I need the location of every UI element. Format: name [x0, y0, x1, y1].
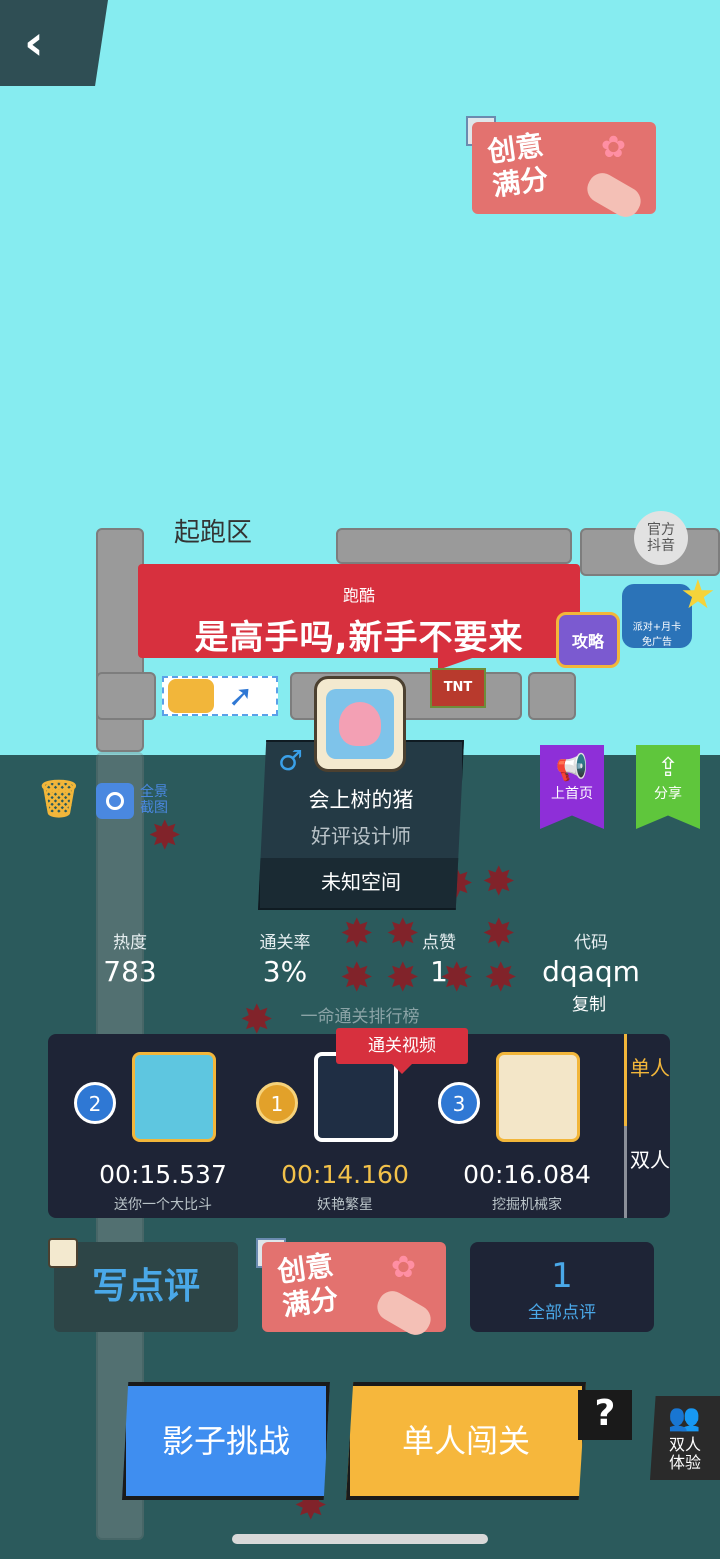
- hand-icon: [372, 1286, 436, 1340]
- player-avatar: [314, 1052, 398, 1142]
- share-icon: ⇪: [657, 753, 679, 783]
- shadow-challenge-button[interactable]: 影子挑战: [122, 1382, 330, 1500]
- start-zone-label: 起跑区: [174, 518, 253, 548]
- male-icon: ♂: [278, 744, 304, 777]
- duo-experience-button[interactable]: 👥 双人 体验: [650, 1396, 720, 1480]
- boost-arrow-tile: ➚: [162, 676, 278, 716]
- tab-single[interactable]: 单人: [627, 1056, 673, 1080]
- designer-name: 会上树的猪: [308, 788, 414, 812]
- star-icon: ★: [680, 572, 716, 618]
- rank-badge: 1: [256, 1082, 298, 1124]
- stone-block: [96, 672, 156, 720]
- megaphone-icon: 📢: [555, 753, 589, 783]
- stat-likes: 点赞 1: [422, 933, 456, 988]
- leaderboard-mode-tabs: 单人 双人: [624, 1034, 670, 1218]
- arrow-up-right-icon: ➚: [228, 678, 254, 714]
- official-douyin-button[interactable]: 官方 抖音: [634, 511, 688, 565]
- write-review-button[interactable]: 写点评: [54, 1242, 238, 1332]
- trash-icon[interactable]: 🗑: [36, 780, 82, 820]
- spike-hazard: ✸: [482, 859, 516, 905]
- leaderboard-caption: 一命通关排行榜: [300, 1007, 420, 1027]
- stat-code: 代码 dqaqm: [542, 933, 640, 988]
- tnt-block: TNT: [430, 668, 486, 708]
- two-people-icon: 👥: [668, 1403, 701, 1433]
- chevron-left-icon: ‹: [24, 15, 44, 71]
- creative-full-score-button[interactable]: 创意 满分 ✿: [262, 1242, 446, 1340]
- stat-heat: 热度 783: [103, 933, 157, 988]
- spike-hazard: ✸: [340, 955, 374, 1001]
- help-button[interactable]: ?: [578, 1390, 632, 1440]
- home-indicator[interactable]: [232, 1534, 488, 1544]
- designer-avatar[interactable]: [314, 676, 406, 772]
- level-title-banner: 跑酷 是高手吗,新手不要来: [138, 564, 580, 670]
- all-reviews-button[interactable]: 1 全部点评: [470, 1242, 654, 1332]
- level-title: 是高手吗,新手不要来: [194, 618, 524, 658]
- leaderboard-entry[interactable]: 2 00:15.537 送你一个大比斗: [48, 1034, 228, 1218]
- creative-full-score-badge: 创意 满分 ✿: [472, 122, 656, 222]
- review-count: 1: [551, 1256, 573, 1296]
- stone-ledge-top: [336, 528, 572, 564]
- player-avatar: [496, 1052, 580, 1142]
- player-name: 挖掘机械家: [492, 1197, 562, 1213]
- rank-badge: 3: [438, 1082, 480, 1124]
- stone-block-right: [528, 672, 576, 720]
- flower-icon: ✿: [600, 130, 626, 165]
- clear-video-button[interactable]: 通关视频: [336, 1028, 468, 1074]
- designer-space: 未知空间: [260, 858, 462, 908]
- guide-tv-button[interactable]: 攻略: [556, 612, 620, 668]
- tab-duo[interactable]: 双人: [627, 1148, 673, 1172]
- avatar: [48, 1238, 78, 1268]
- character-face-icon: [168, 679, 214, 713]
- player-avatar: [132, 1052, 216, 1142]
- level-category: 跑酷: [342, 586, 375, 605]
- hand-icon: [582, 168, 646, 222]
- back-button[interactable]: ‹: [0, 0, 108, 86]
- camera-icon[interactable]: [96, 783, 134, 819]
- spike-hazard: ✸: [148, 813, 182, 859]
- solo-play-button[interactable]: 单人闯关: [346, 1382, 586, 1500]
- flower-icon: ✿: [390, 1250, 416, 1285]
- rank-badge: 2: [74, 1082, 116, 1124]
- designer-title: 好评设计师: [311, 824, 411, 848]
- panorama-screenshot-label[interactable]: 全景 截图: [140, 784, 168, 816]
- all-reviews-label: 全部点评: [528, 1303, 596, 1323]
- stat-clear-rate: 通关率 3%: [259, 933, 311, 988]
- spike-hazard: ✸: [482, 911, 516, 957]
- clear-time: 00:16.084: [463, 1160, 591, 1189]
- spike-hazard: ✸: [484, 955, 518, 1001]
- spike-hazard: ✸: [340, 911, 374, 957]
- creative-badge-text: 创意 满分: [485, 128, 551, 203]
